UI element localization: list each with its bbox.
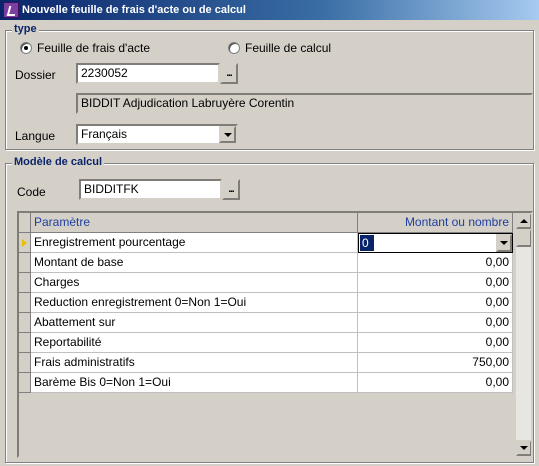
table-row[interactable]: Barème Bis 0=Non 1=Oui 0,00	[19, 373, 513, 393]
cell-param[interactable]: Charges	[31, 273, 358, 293]
langue-dropdown-button[interactable]	[219, 126, 236, 143]
table-row[interactable]: Montant de base 0,00	[19, 253, 513, 273]
row-indicator	[19, 253, 31, 273]
langue-select[interactable]: Français	[76, 124, 238, 145]
row-indicator	[19, 273, 31, 293]
column-header-montant[interactable]: Montant ou nombre	[358, 213, 513, 233]
title-bar: Nouvelle feuille de frais d'acte ou de c…	[0, 0, 539, 20]
dossier-label: Dossier	[15, 68, 56, 82]
cell-amount[interactable]: 750,00	[358, 353, 513, 373]
table-row[interactable]: Reduction enregistrement 0=Non 1=Oui 0,0…	[19, 293, 513, 313]
row-indicator	[19, 353, 31, 373]
cell-param[interactable]: Montant de base	[31, 253, 358, 273]
row-indicator	[19, 293, 31, 313]
dossier-input[interactable]: 2230052	[76, 63, 220, 84]
row-indicator	[19, 373, 31, 393]
arrow-down-icon	[520, 446, 528, 450]
table-row[interactable]: Abattement sur 0,00	[19, 313, 513, 333]
grid-header: Paramètre Montant ou nombre	[19, 213, 513, 233]
app-icon	[3, 2, 19, 18]
row-indicator-header	[19, 213, 31, 233]
cell-param[interactable]: Abattement sur	[31, 313, 358, 333]
current-row-indicator	[19, 233, 31, 253]
cell-amount[interactable]: 0,00	[358, 293, 513, 313]
radio-dot-selected	[20, 42, 32, 54]
cell-amount[interactable]: 0,00	[358, 333, 513, 353]
cell-amount[interactable]: 0,00	[358, 273, 513, 293]
code-label: Code	[17, 185, 46, 199]
code-input[interactable]: BIDDITFK	[79, 179, 222, 200]
chevron-down-icon	[500, 241, 508, 245]
cell-param[interactable]: Reportabilité	[31, 333, 358, 353]
cell-param[interactable]: Frais administratifs	[31, 353, 358, 373]
scroll-down-button[interactable]	[516, 440, 531, 456]
model-group-legend: Modèle de calcul	[12, 156, 105, 168]
amount-editor[interactable]: 0	[358, 233, 513, 253]
row-indicator	[19, 333, 31, 353]
table-row[interactable]: Frais administratifs 750,00	[19, 353, 513, 373]
langue-label: Langue	[15, 129, 56, 143]
radio-dot	[228, 42, 240, 54]
amount-editor-value[interactable]: 0	[360, 235, 374, 251]
table-row[interactable]: Charges 0,00	[19, 273, 513, 293]
table-row[interactable]: Reportabilité 0,00	[19, 333, 513, 353]
column-header-parametre[interactable]: Paramètre	[31, 213, 358, 233]
radio-feuille-calcul[interactable]: Feuille de calcul	[228, 41, 331, 55]
langue-value: Français	[81, 127, 128, 141]
cell-param[interactable]: Enregistrement pourcentage	[31, 233, 358, 253]
code-browse-button[interactable]: ...	[222, 179, 240, 200]
amount-dropdown-button[interactable]	[496, 234, 512, 252]
row-indicator	[19, 313, 31, 333]
parameters-grid[interactable]: Paramètre Montant ou nombre Enregistreme…	[17, 211, 533, 458]
scroll-thumb[interactable]	[516, 229, 531, 247]
dossier-description: BIDDIT Adjudication Labruyère Corentin	[76, 93, 533, 114]
grid-vertical-scrollbar[interactable]	[515, 213, 531, 456]
arrow-up-icon	[520, 219, 528, 223]
dossier-browse-button[interactable]: ...	[220, 63, 238, 84]
cell-amount[interactable]: 0,00	[358, 313, 513, 333]
radio-feuille-frais-acte[interactable]: Feuille de frais d'acte	[20, 41, 150, 55]
table-row[interactable]: Enregistrement pourcentage 0	[19, 233, 513, 253]
cell-param[interactable]: Reduction enregistrement 0=Non 1=Oui	[31, 293, 358, 313]
scroll-up-button[interactable]	[516, 213, 531, 229]
cell-param[interactable]: Barème Bis 0=Non 1=Oui	[31, 373, 358, 393]
radio-label-frais-acte: Feuille de frais d'acte	[37, 41, 151, 55]
cell-amount[interactable]: 0,00	[358, 373, 513, 393]
chevron-down-icon	[223, 132, 232, 137]
radio-label-calcul: Feuille de calcul	[245, 41, 332, 55]
type-group-legend: type	[12, 23, 39, 35]
window-title: Nouvelle feuille de frais d'acte ou de c…	[22, 4, 246, 16]
cell-amount[interactable]: 0,00	[358, 253, 513, 273]
